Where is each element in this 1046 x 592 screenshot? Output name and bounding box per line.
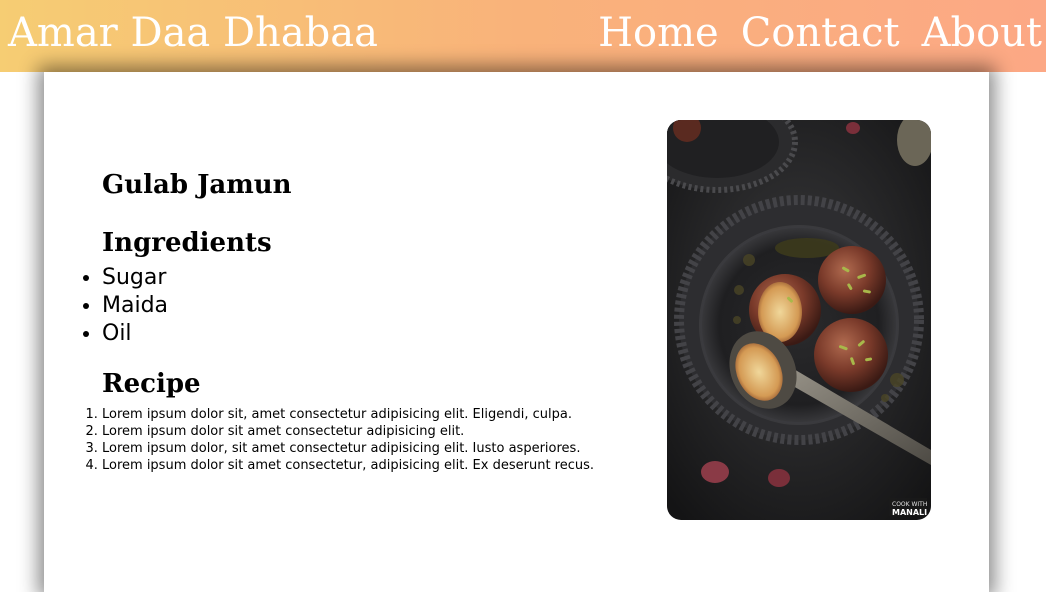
ingredient-item: Oil [102, 320, 168, 348]
watermark-logo: COOK WITH MANALI [889, 498, 927, 517]
recipe-step: Lorem ipsum dolor, sit amet consectetur … [102, 440, 594, 457]
nav-link-about[interactable]: About [922, 10, 1042, 56]
ingredient-item: Sugar [102, 264, 168, 292]
recipe-heading: Recipe [102, 369, 201, 399]
navbar: Amar Daa Dhabaa Home Contact About [0, 0, 1046, 72]
recipe-steps-list: Lorem ipsum dolor sit, amet consectetur … [102, 406, 594, 474]
recipe-card: Gulab Jamun Ingredients Sugar Maida Oil … [44, 72, 989, 592]
site-brand[interactable]: Amar Daa Dhabaa [8, 0, 378, 69]
recipe-step: Lorem ipsum dolor sit amet consectetur, … [102, 457, 594, 474]
recipe-step: Lorem ipsum dolor sit, amet consectetur … [102, 406, 594, 423]
nav-link-home[interactable]: Home [598, 10, 719, 56]
nav-links: Home Contact About [576, 10, 1042, 56]
ingredient-item: Maida [102, 292, 168, 320]
dish-title: Gulab Jamun [102, 170, 292, 200]
ingredients-heading: Ingredients [102, 228, 272, 258]
nav-link-contact[interactable]: Contact [741, 10, 900, 56]
gulab-jamun-photo: COOK WITH MANALI [667, 120, 931, 520]
ingredients-list: Sugar Maida Oil [102, 264, 168, 348]
gulab-jamun-illustration: COOK WITH MANALI [667, 120, 931, 520]
svg-text:COOK WITH: COOK WITH [892, 501, 927, 508]
recipe-content: Gulab Jamun Ingredients Sugar Maida Oil … [44, 72, 664, 592]
recipe-step: Lorem ipsum dolor sit amet consectetur a… [102, 423, 594, 440]
svg-text:MANALI: MANALI [892, 508, 927, 517]
